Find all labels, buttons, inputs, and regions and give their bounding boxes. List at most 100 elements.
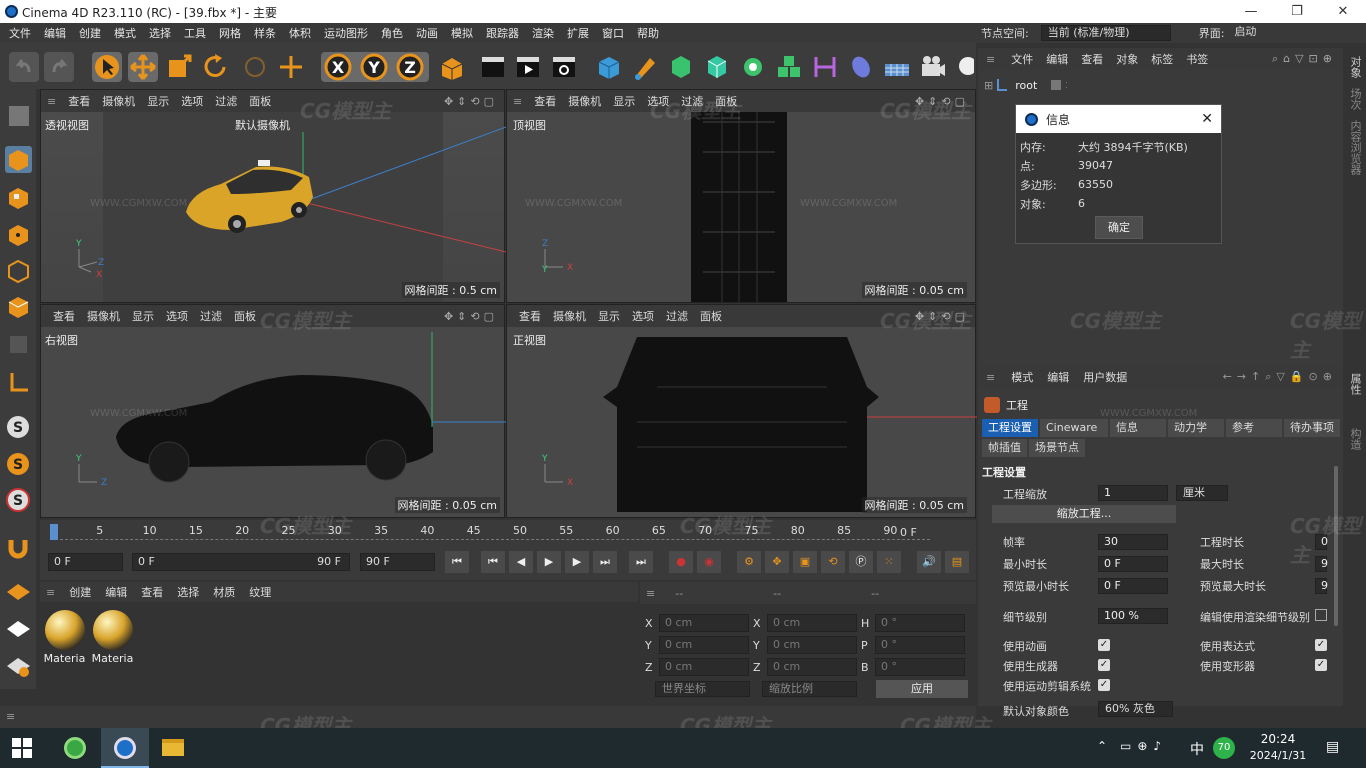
tab-reference[interactable]: 参考 [1226,419,1282,437]
menu-spline[interactable]: 样条 [254,25,276,41]
material-item[interactable]: Materia [42,608,87,668]
scale-project-button[interactable]: 缩放工程... [992,505,1176,523]
key-pla-icon[interactable]: ⁙ [877,551,901,573]
tab-key-interpolation[interactable]: 帧插值 [982,439,1027,457]
coord-field[interactable]: 0 ° [875,658,965,676]
attr-menu-userdata[interactable]: 用户数据 [1083,369,1127,385]
obj-menu-bookmark[interactable]: 书签 [1186,51,1208,67]
prev-key-button[interactable]: ⏮ [481,551,505,573]
menu-help[interactable]: 帮助 [637,25,659,41]
key-position-icon[interactable]: ✥ [765,551,789,573]
layer-icon[interactable] [1051,80,1062,90]
render-view-button[interactable] [478,52,508,82]
obj-menu-edit[interactable]: 编辑 [1046,51,1068,67]
recent-tool-button[interactable] [240,52,270,82]
coord-field[interactable]: 0 cm [659,636,749,654]
auto-key-button[interactable]: ◉ [697,551,721,573]
menu-extensions[interactable]: 扩展 [567,25,589,41]
key-param-icon[interactable]: Ⓟ [849,551,873,573]
menu-window[interactable]: 窗口 [602,25,624,41]
key-rotation-icon[interactable]: ⟲ [821,551,845,573]
hamburger-icon[interactable]: ≡ [47,95,56,108]
browser-app-icon[interactable] [64,737,86,759]
mat-menu-create[interactable]: 创建 [69,584,91,600]
goto-end-button[interactable]: ⏭ [629,551,653,573]
vp-menu-options[interactable]: 选项 [632,308,654,324]
vp-menu-camera[interactable]: 摄像机 [87,308,120,324]
bend-button[interactable] [810,52,840,82]
side-tab-attributes[interactable]: 属性 [1347,373,1363,395]
file-explorer-icon[interactable] [162,739,184,756]
hamburger-icon[interactable]: ≡ [646,587,655,600]
vp-menu-camera[interactable]: 摄像机 [553,308,586,324]
film-icon[interactable]: ▤ [945,551,969,573]
side-tab-objects[interactable]: 对象 [1347,56,1363,78]
project-scale-field[interactable]: 1 [1098,485,1168,501]
coord-field[interactable]: 0 ° [875,636,965,654]
model-mode-button[interactable] [5,146,32,173]
max-frame-field[interactable]: 90 F [360,553,435,571]
menu-file[interactable]: 文件 [9,25,31,41]
checkbox[interactable]: ✓ [1098,659,1110,671]
attr-menu-mode[interactable]: 模式 [1011,369,1033,385]
tab-scene-nodes[interactable]: 场景节点 [1029,439,1085,457]
snap-button[interactable]: S [5,414,32,441]
keyframe-settings-icon[interactable]: ⚙ [737,551,761,573]
coord-field[interactable]: 0 cm [767,658,857,676]
side-tab-structure[interactable]: 构造 [1347,428,1363,450]
menu-tracker[interactable]: 跟踪器 [486,25,519,41]
tray-chevron-icon[interactable]: ⌃ [1097,739,1107,753]
magnet-button[interactable] [5,534,32,561]
camera-button[interactable] [918,52,948,82]
workplane-button[interactable] [5,578,32,605]
cloner-button[interactable] [738,52,768,82]
menu-tools[interactable]: 工具 [184,25,206,41]
attr-field-value[interactable]: 0 F [1098,556,1168,572]
close-button[interactable]: ✕ [1320,0,1366,23]
dialog-close-icon[interactable]: ✕ [1201,111,1213,127]
vp-menu-panel[interactable]: 面板 [249,93,271,109]
points-mode-button[interactable] [5,221,32,248]
play-button[interactable]: ▶ [537,551,561,573]
attr-field-value[interactable]: 30 [1098,534,1168,550]
visibility-dots-icon[interactable]: ⁚ [1065,81,1068,90]
x-axis-button[interactable]: X [323,52,353,82]
apply-button[interactable]: 应用 [876,680,968,698]
record-button[interactable]: ● [669,551,693,573]
menu-select[interactable]: 选择 [149,25,171,41]
prev-frame-button[interactable]: ◀ [509,551,533,573]
move-tool-button[interactable] [128,52,158,82]
snap-settings-button[interactable]: S [5,451,32,478]
uv-mode-button[interactable] [5,331,32,358]
vp-menu-options[interactable]: 选项 [181,93,203,109]
viewport-nav-icons[interactable]: ✥⇕⟲▢ [444,95,498,108]
key-scale-icon[interactable]: ▣ [793,551,817,573]
pen-button[interactable] [630,52,660,82]
make-editable-button[interactable] [5,102,32,129]
current-frame-field[interactable]: 0 F [48,553,123,571]
menu-mesh[interactable]: 网格 [219,25,241,41]
tab-todo[interactable]: 待办事项 [1284,419,1340,437]
object-name[interactable]: root [1015,79,1037,92]
menu-animation[interactable]: 动画 [416,25,438,41]
redo-button[interactable] [44,52,74,82]
obj-menu-view[interactable]: 查看 [1081,51,1103,67]
coord-field[interactable]: 0 cm [659,614,749,632]
hamburger-icon[interactable]: ≡ [986,53,995,66]
rotate-tool-button[interactable] [200,52,230,82]
expand-icon[interactable]: ⊞ [984,79,993,92]
coord-field[interactable]: 0 ° [875,614,965,632]
ime-indicator[interactable]: 中 [1190,739,1204,759]
vp-menu-view[interactable]: 查看 [68,93,90,109]
select-tool-button[interactable] [92,52,122,82]
tab-project-settings[interactable]: 工程设置 [982,419,1038,437]
obj-menu-file[interactable]: 文件 [1011,51,1033,67]
lod-field[interactable]: 100 % [1098,608,1168,624]
cube-button[interactable] [594,52,624,82]
checkbox[interactable]: ✓ [1315,659,1327,671]
hamburger-icon[interactable]: ≡ [513,95,522,108]
hamburger-icon[interactable]: ≡ [6,710,15,723]
vp-menu-filter[interactable]: 过滤 [666,308,688,324]
vp-menu-display[interactable]: 显示 [598,308,620,324]
viewport-nav-icons[interactable]: ✥⇕⟲▢ [444,310,498,323]
